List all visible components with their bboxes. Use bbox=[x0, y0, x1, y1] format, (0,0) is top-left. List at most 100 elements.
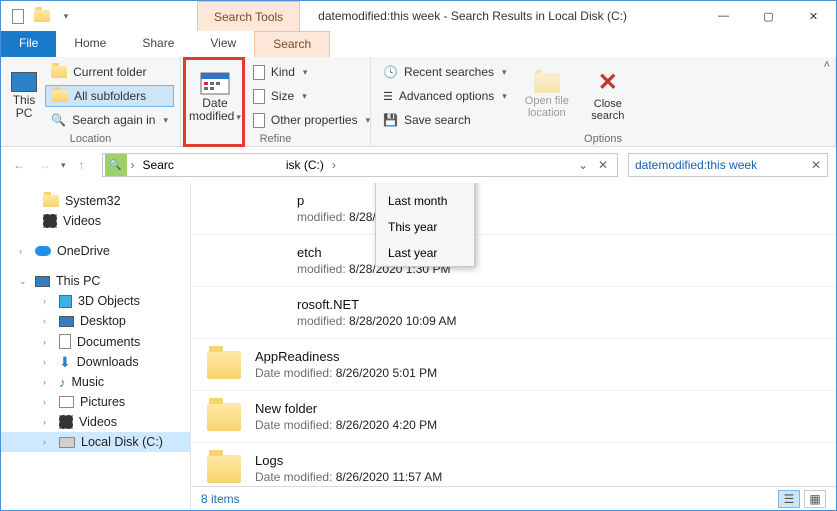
folder-icon bbox=[207, 351, 241, 379]
other-properties-label: Other properties bbox=[271, 113, 358, 127]
qat-new-folder-icon[interactable] bbox=[31, 5, 53, 27]
result-name: New folder bbox=[255, 401, 437, 416]
stop-refresh-icon[interactable]: ✕ bbox=[591, 158, 615, 172]
tab-view[interactable]: View bbox=[192, 31, 254, 57]
chevron-right-icon[interactable]: › bbox=[129, 158, 137, 172]
close-search-button[interactable]: ✕ Close search bbox=[581, 61, 635, 131]
kind-label: Kind bbox=[271, 65, 295, 79]
sidebar-item-label: Pictures bbox=[80, 395, 125, 409]
chevron-down-icon: ▾ bbox=[236, 112, 241, 122]
body: System32 Videos ›OneDrive ⌄This PC ›3D O… bbox=[1, 183, 836, 510]
qat-properties-icon[interactable] bbox=[7, 5, 29, 27]
up-button[interactable]: ↑ bbox=[72, 155, 92, 175]
chevron-right-icon[interactable]: › bbox=[43, 357, 53, 367]
tab-home[interactable]: Home bbox=[56, 31, 124, 57]
chevron-right-icon[interactable]: › bbox=[330, 158, 338, 172]
close-button[interactable]: ✕ bbox=[791, 1, 836, 31]
status-count: 8 items bbox=[201, 492, 240, 506]
window-title: datemodified:this week - Search Results … bbox=[318, 9, 627, 23]
view-details-button[interactable]: ☰ bbox=[778, 490, 800, 508]
sidebar-item-localdisk[interactable]: ›Local Disk (C:) bbox=[1, 432, 190, 452]
date-modified-label: Date modified bbox=[189, 96, 234, 123]
date-menu-last-year[interactable]: Last year bbox=[376, 240, 474, 266]
sidebar-item-desktop[interactable]: ›Desktop bbox=[1, 311, 190, 331]
breadcrumb-seg-1[interactable]: Searc bbox=[137, 158, 180, 172]
chevron-right-icon[interactable]: › bbox=[43, 397, 53, 407]
date-menu-last-month[interactable]: Last month bbox=[376, 188, 474, 214]
clear-search-icon[interactable]: ✕ bbox=[811, 158, 821, 172]
advanced-options-button[interactable]: ☰ Advanced options▾ bbox=[377, 85, 513, 107]
chevron-down-icon[interactable]: ⌄ bbox=[19, 276, 29, 287]
chevron-down-icon: ▾ bbox=[366, 115, 371, 126]
sidebar-item-label: System32 bbox=[65, 194, 121, 208]
chevron-right-icon[interactable]: › bbox=[43, 316, 53, 326]
download-icon: ⬇ bbox=[59, 355, 71, 369]
sidebar-item-pictures[interactable]: › Pictures bbox=[1, 392, 190, 412]
chevron-right-icon[interactable]: › bbox=[19, 246, 29, 256]
sidebar-item-system32[interactable]: System32 bbox=[1, 191, 190, 211]
search-input[interactable]: datemodified:this week ✕ bbox=[628, 153, 828, 177]
result-row[interactable]: etchmodified: 8/28/2020 1:30 PM bbox=[191, 235, 836, 287]
sidebar-item-thispc[interactable]: ⌄This PC bbox=[1, 271, 190, 291]
sidebar-item-onedrive[interactable]: ›OneDrive bbox=[1, 241, 190, 261]
tab-file[interactable]: File bbox=[1, 31, 56, 57]
sidebar-item-music[interactable]: › ♪ Music bbox=[1, 372, 190, 392]
chevron-right-icon[interactable]: › bbox=[43, 377, 53, 387]
result-row[interactable]: rosoft.NETmodified: 8/28/2020 10:09 AM bbox=[191, 287, 836, 339]
sidebar-item-videos[interactable]: ›Videos bbox=[1, 412, 190, 432]
date-modified-button[interactable]: Date modified▾ bbox=[187, 61, 243, 131]
result-row[interactable]: LogsDate modified: 8/26/2020 11:57 AM bbox=[191, 443, 836, 486]
result-meta: modified: 8/28/2020 10:09 AM bbox=[297, 314, 456, 328]
sidebar-item-label: Documents bbox=[77, 335, 140, 349]
drive-icon bbox=[59, 437, 75, 448]
history-dropdown-icon[interactable]: ▾ bbox=[61, 160, 66, 171]
breadcrumb[interactable]: 🔍 › Searc isk (C:) › ⌄ ✕ bbox=[102, 153, 618, 177]
qat-customize-icon[interactable]: ▾ bbox=[55, 5, 77, 27]
chevron-right-icon[interactable]: › bbox=[43, 296, 53, 306]
date-menu-this-year[interactable]: This year bbox=[376, 214, 474, 240]
size-label: Size bbox=[271, 89, 294, 103]
collapse-ribbon-icon[interactable]: ˄ bbox=[824, 59, 830, 71]
open-file-location-button: Open file location bbox=[513, 61, 581, 131]
recent-searches-button[interactable]: 🕓 Recent searches▾ bbox=[377, 61, 513, 83]
forward-button[interactable]: → bbox=[35, 155, 55, 175]
sidebar-item-videos-quick[interactable]: Videos bbox=[1, 211, 190, 231]
maximize-button[interactable]: ▢ bbox=[746, 1, 791, 31]
chevron-right-icon[interactable]: › bbox=[43, 437, 53, 447]
explorer-window: ▾ Search Tools datemodified:this week - … bbox=[0, 0, 837, 511]
calendar-icon bbox=[200, 69, 230, 95]
all-subfolders-label: All subfolders bbox=[74, 89, 146, 103]
minimize-button[interactable]: — bbox=[701, 1, 746, 31]
this-pc-button[interactable]: This PC bbox=[7, 61, 41, 131]
save-search-button[interactable]: 💾 Save search bbox=[377, 109, 513, 131]
size-button[interactable]: Size▾ bbox=[247, 85, 376, 107]
folder-icon bbox=[534, 73, 560, 93]
view-large-icons-button[interactable]: ▦ bbox=[804, 490, 826, 508]
navigation-pane[interactable]: System32 Videos ›OneDrive ⌄This PC ›3D O… bbox=[1, 183, 191, 510]
search-again-button[interactable]: 🔍 Search again in ▾ bbox=[45, 109, 174, 131]
breadcrumb-seg-2[interactable]: isk (C:) bbox=[280, 158, 330, 172]
tab-share[interactable]: Share bbox=[124, 31, 192, 57]
result-row[interactable]: AppReadinessDate modified: 8/26/2020 5:0… bbox=[191, 339, 836, 391]
tab-search[interactable]: Search bbox=[254, 31, 330, 57]
results-list[interactable]: pmodified: 8/28/2020 2:20 PMetchmodified… bbox=[191, 183, 836, 486]
sidebar-item-downloads[interactable]: ›⬇Downloads bbox=[1, 352, 190, 372]
recent-searches-label: Recent searches bbox=[404, 65, 494, 79]
result-row[interactable]: New folderDate modified: 8/26/2020 4:20 … bbox=[191, 391, 836, 443]
chevron-right-icon[interactable]: › bbox=[43, 337, 53, 347]
current-folder-button[interactable]: Current folder bbox=[45, 61, 174, 83]
back-button[interactable]: ← bbox=[9, 155, 29, 175]
all-subfolders-button[interactable]: All subfolders bbox=[45, 85, 174, 107]
music-icon: ♪ bbox=[59, 376, 66, 389]
sidebar-item-3dobjects[interactable]: ›3D Objects bbox=[1, 291, 190, 311]
search-again-label: Search again in bbox=[72, 113, 155, 127]
other-properties-button[interactable]: Other properties ▾ bbox=[247, 109, 376, 131]
chevron-right-icon[interactable]: › bbox=[43, 417, 53, 427]
kind-button[interactable]: Kind▾ bbox=[247, 61, 376, 83]
save-search-label: Save search bbox=[404, 113, 471, 127]
document-icon bbox=[59, 334, 71, 349]
result-row[interactable]: pmodified: 8/28/2020 2:20 PM bbox=[191, 183, 836, 235]
sidebar-item-documents[interactable]: › Documents bbox=[1, 331, 190, 352]
sidebar-item-label: Music bbox=[72, 375, 105, 389]
folder-icon bbox=[43, 195, 59, 207]
